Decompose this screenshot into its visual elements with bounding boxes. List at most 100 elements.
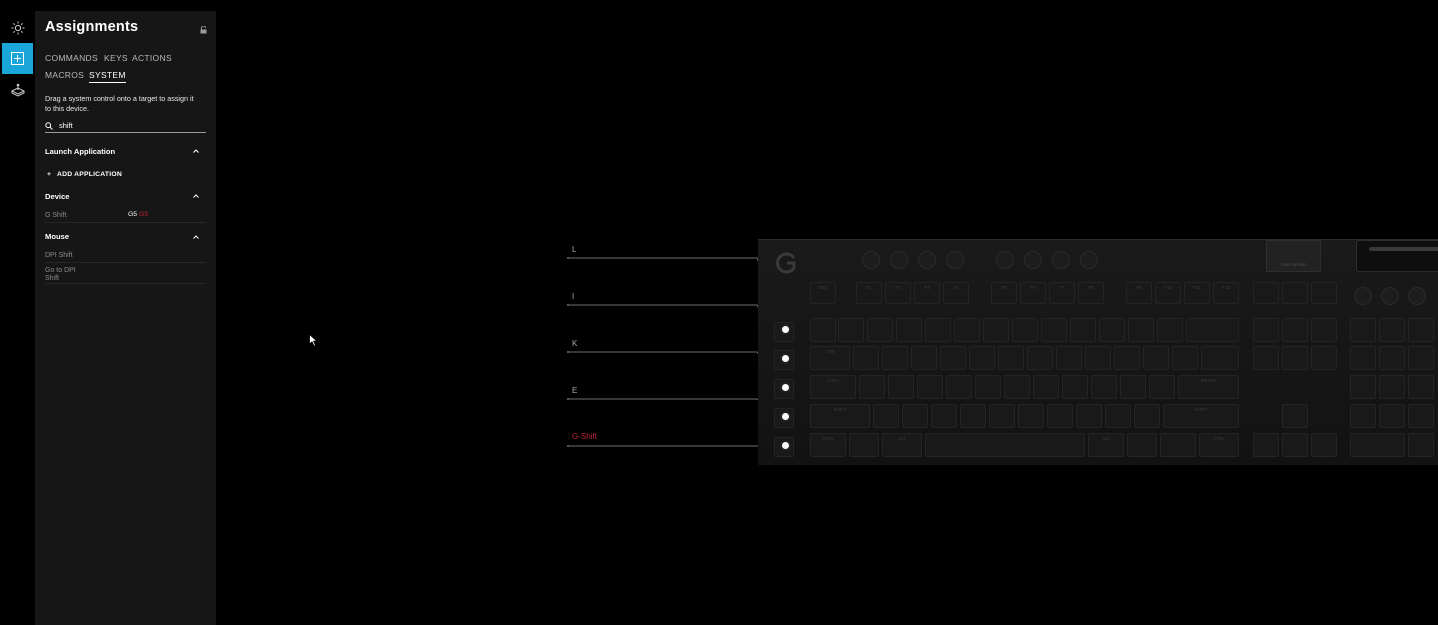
- tab-system[interactable]: SYSTEM: [89, 70, 126, 83]
- game-mode-button[interactable]: [2, 74, 33, 105]
- divider: [45, 262, 206, 263]
- key-f11: F11: [1184, 282, 1210, 304]
- key: [1350, 375, 1376, 399]
- key-f3: F3: [914, 282, 940, 304]
- key: [859, 375, 885, 399]
- chevron-up-icon[interactable]: [193, 149, 199, 153]
- mouse-cursor-icon: [309, 334, 318, 347]
- key: [1062, 375, 1088, 399]
- logitech-g-logo-icon: [776, 252, 796, 274]
- key: [946, 375, 972, 399]
- media-key-round: [1408, 287, 1426, 305]
- key: [1076, 404, 1102, 428]
- key: [1253, 346, 1279, 370]
- media-key-round: [1052, 251, 1070, 269]
- search-input[interactable]: [59, 120, 199, 131]
- key: [853, 346, 879, 370]
- key: [902, 404, 928, 428]
- lightspeed-badge: LIGHTSPEED: [1266, 240, 1321, 272]
- key: [1018, 404, 1044, 428]
- key: [1033, 375, 1059, 399]
- sun-icon: [11, 21, 24, 34]
- key: [1350, 318, 1376, 342]
- plus-square-icon: [11, 52, 24, 65]
- section-launch-application[interactable]: Launch Application: [45, 147, 115, 156]
- key-f2: F2: [885, 282, 911, 304]
- key-right-shift: SHIFT: [1163, 404, 1239, 428]
- key: [989, 404, 1015, 428]
- key: [1027, 346, 1053, 370]
- key: [1105, 404, 1131, 428]
- key-down-arrow: [1282, 433, 1308, 457]
- key-shift: SHIFT: [810, 404, 870, 428]
- list-item-dpi-shift[interactable]: DPI Shift: [45, 252, 73, 260]
- key: [1311, 346, 1337, 370]
- key: [1143, 346, 1169, 370]
- key-right-win: [1127, 433, 1157, 457]
- key: [1408, 375, 1434, 399]
- key: [969, 346, 995, 370]
- key-f4: F4: [943, 282, 969, 304]
- key-f8: F8: [1078, 282, 1104, 304]
- tab-actions[interactable]: ACTIONS: [132, 53, 172, 63]
- key: [1379, 404, 1405, 428]
- key: [1311, 318, 1337, 342]
- callout-dot-g2[interactable]: [780, 353, 791, 364]
- key: [1379, 318, 1405, 342]
- key: [940, 346, 966, 370]
- tab-macros[interactable]: MACROS: [45, 70, 84, 80]
- key-f1: F1: [856, 282, 882, 304]
- assignments-button[interactable]: [2, 43, 33, 74]
- lighting-button[interactable]: [2, 12, 33, 43]
- key: [882, 346, 908, 370]
- callout-label-k: K: [572, 339, 578, 348]
- key: [975, 375, 1001, 399]
- key-menu: [1160, 433, 1196, 457]
- chevron-up-icon[interactable]: [193, 235, 199, 239]
- key: [954, 318, 980, 342]
- key: [1128, 318, 1154, 342]
- key-scroll: [1282, 282, 1308, 304]
- tab-commands[interactable]: COMMANDS: [45, 53, 98, 63]
- callout-dot-g4[interactable]: [780, 411, 791, 422]
- joystick-icon: [10, 83, 25, 97]
- key: [1350, 346, 1376, 370]
- assignments-panel: Assignments COMMANDS KEYS ACTIONS MACROS…: [35, 11, 216, 625]
- section-mouse[interactable]: Mouse: [45, 232, 69, 241]
- key: [1041, 318, 1067, 342]
- key-f5: F5: [991, 282, 1017, 304]
- list-item-g-shift[interactable]: G Shift: [45, 212, 66, 220]
- search-field[interactable]: [45, 119, 206, 133]
- key: [1134, 404, 1160, 428]
- callout-dot-g3[interactable]: [780, 382, 791, 393]
- media-key-round: [1354, 287, 1372, 305]
- callout-dot-g1[interactable]: [780, 324, 791, 335]
- key: [931, 404, 957, 428]
- key: [925, 318, 951, 342]
- key: [1379, 375, 1405, 399]
- key-f12: F12: [1213, 282, 1239, 304]
- lock-icon[interactable]: [200, 26, 207, 34]
- key: [917, 375, 943, 399]
- key: [960, 404, 986, 428]
- key-caps: CAPS: [810, 375, 856, 399]
- assigned-key-highlight: G5: [139, 211, 149, 218]
- key-f10: F10: [1155, 282, 1181, 304]
- key-right-alt: ALT: [1088, 433, 1124, 457]
- key: [1408, 433, 1434, 457]
- left-rail: [0, 0, 35, 625]
- panel-title: Assignments: [45, 19, 139, 35]
- add-application-button[interactable]: + ADD APPLICATION: [47, 171, 122, 178]
- key: [1379, 346, 1405, 370]
- chevron-up-icon[interactable]: [193, 194, 199, 198]
- section-device[interactable]: Device: [45, 192, 70, 201]
- key-esc: ESC: [810, 282, 836, 304]
- key-f7: F7: [1049, 282, 1075, 304]
- list-item-go-to-dpi-shift[interactable]: Go to DPI Shift: [45, 267, 85, 283]
- key-f9: F9: [1126, 282, 1152, 304]
- callout-dot-g5[interactable]: [780, 440, 791, 451]
- volume-roller: [1356, 240, 1438, 272]
- key: [888, 375, 914, 399]
- tab-keys[interactable]: KEYS: [104, 53, 128, 63]
- key-ctrl: CTRL: [810, 433, 846, 457]
